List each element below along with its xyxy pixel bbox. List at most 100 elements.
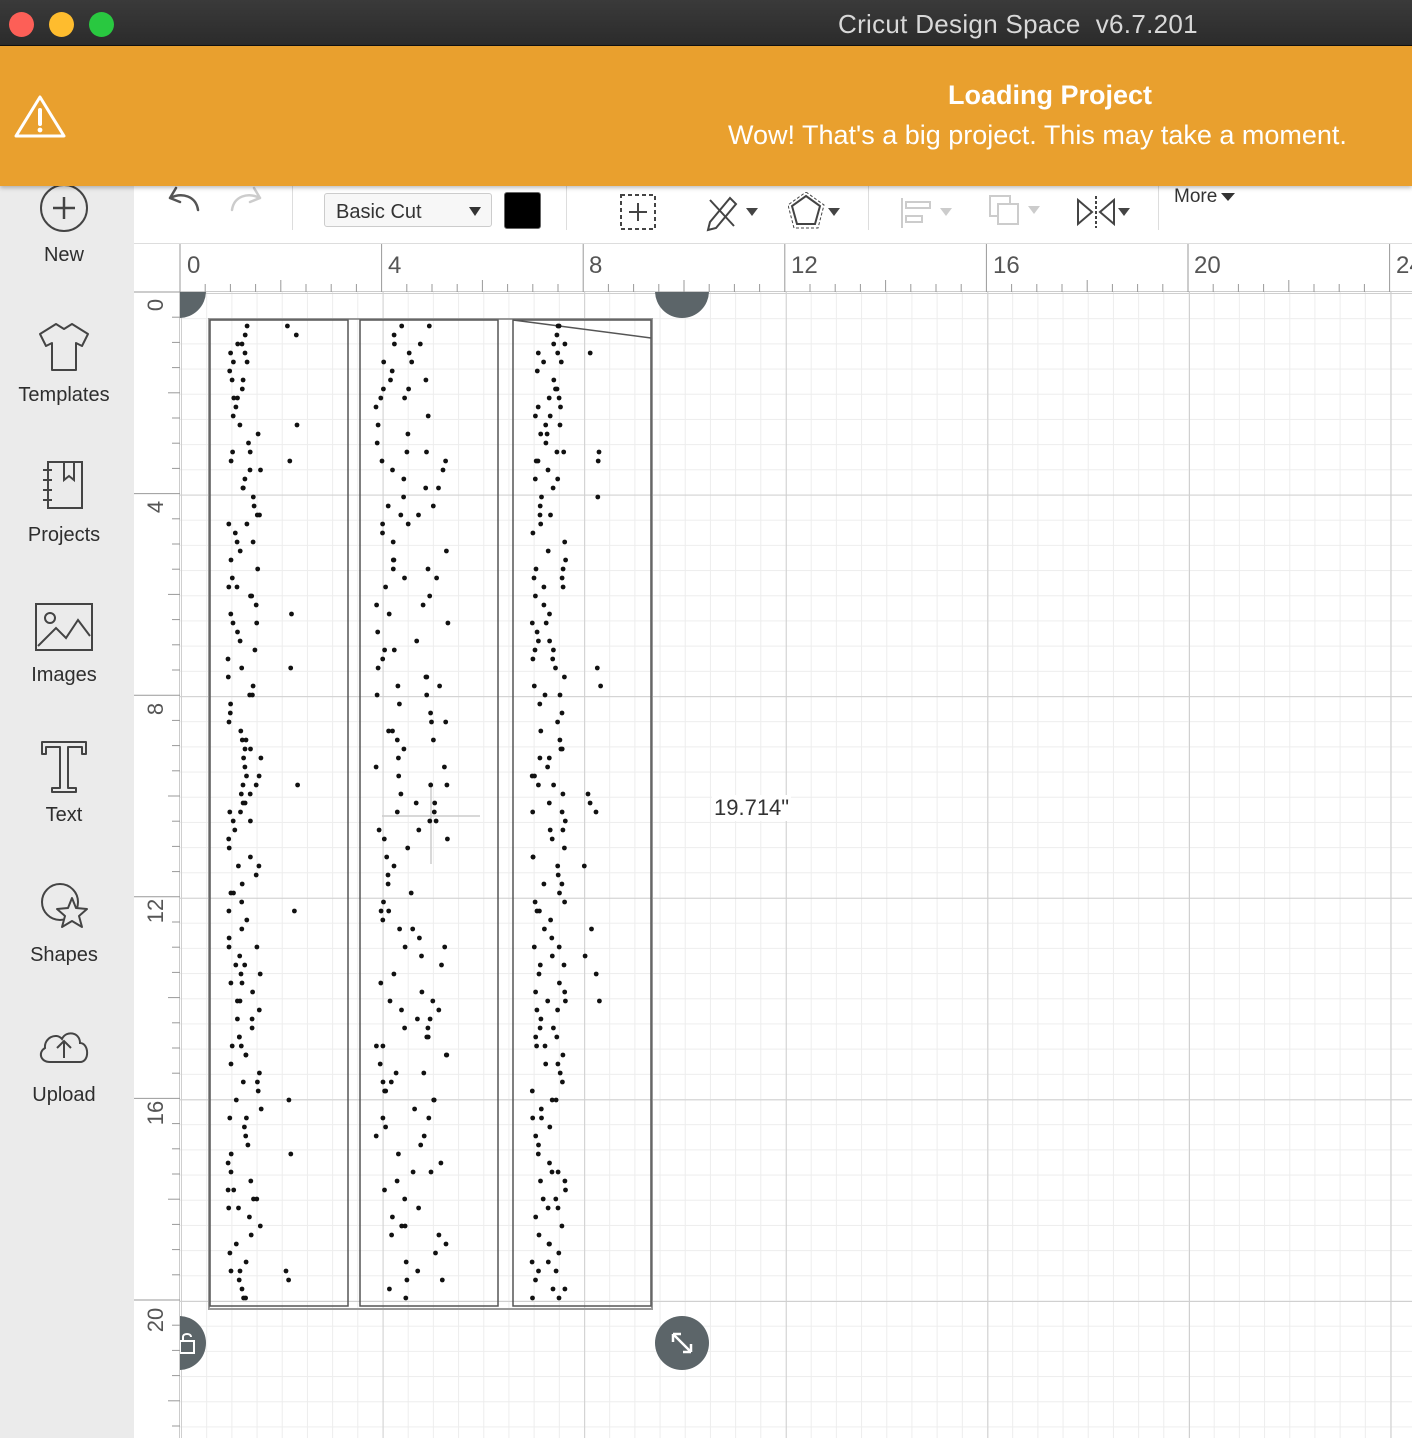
design-dot (545, 1205, 551, 1211)
design-dot (438, 1160, 444, 1166)
design-dot (534, 908, 540, 914)
design-dot (250, 683, 256, 689)
design-dot (248, 854, 253, 860)
design-dot (228, 980, 234, 986)
design-dot (408, 890, 414, 896)
design-dot (555, 476, 561, 482)
design-dot (444, 782, 450, 788)
close-window-button[interactable] (9, 12, 34, 37)
resize-handle[interactable] (655, 1316, 709, 1370)
design-dot (559, 710, 565, 716)
design-dot (562, 818, 568, 824)
deselect-icon[interactable] (618, 192, 658, 232)
sidebar-item-new[interactable]: New (0, 184, 128, 286)
design-dot (239, 980, 245, 986)
design-dot (530, 1295, 535, 1301)
left-sidebar: New Templates Projects Images Text Shape… (0, 184, 134, 1438)
design-dot (239, 386, 245, 392)
design-dot (562, 1286, 568, 1292)
design-dot (559, 809, 565, 815)
design-dot (539, 494, 544, 500)
design-dot (537, 512, 543, 518)
design-dot (247, 449, 253, 455)
design-dot (562, 899, 567, 905)
design-dot (380, 530, 385, 536)
design-canvas[interactable] (180, 292, 1412, 1438)
design-dot (562, 674, 567, 680)
cloud-upload-icon (39, 1032, 89, 1063)
edit-tools-icon[interactable] (704, 192, 760, 232)
design-dot (375, 665, 381, 671)
design-dot (439, 962, 444, 968)
design-dot (399, 1007, 404, 1013)
design-dot (595, 458, 601, 464)
design-dot (374, 440, 380, 446)
design-dot (547, 1241, 552, 1247)
redo-icon[interactable] (226, 186, 270, 216)
design-dot (426, 1115, 432, 1121)
design-dot (434, 575, 439, 581)
operation-select[interactable]: Basic Cut (324, 193, 492, 227)
sidebar-item-upload[interactable]: Upload (0, 1011, 128, 1111)
design-dot (529, 1088, 535, 1094)
design-dot (431, 809, 437, 815)
design-dot (597, 998, 602, 1004)
design-dot (560, 1079, 565, 1085)
material-color-swatch[interactable] (504, 192, 541, 229)
design-dot (390, 566, 396, 572)
design-dot (379, 458, 385, 464)
design-dot (240, 377, 246, 383)
design-dot (563, 998, 568, 1004)
sidebar-item-projects[interactable]: Projects (0, 451, 128, 551)
design-dot (248, 1178, 254, 1184)
design-dot (402, 1223, 408, 1229)
design-dot (254, 512, 260, 518)
sidebar-item-shapes[interactable]: Shapes (0, 871, 128, 971)
design-dot (226, 521, 232, 527)
design-dot (424, 692, 430, 698)
design-dot (537, 701, 543, 707)
ruler-label: 0 (143, 298, 168, 312)
flip-icon[interactable] (1074, 194, 1134, 232)
design-dot (289, 611, 294, 617)
design-dot (225, 656, 231, 662)
design-dot (551, 782, 556, 788)
design-layer[interactable] (180, 292, 1412, 1438)
design-dot (537, 503, 543, 509)
design-dot (251, 1196, 256, 1202)
design-dot (385, 881, 391, 887)
sidebar-item-text[interactable]: Text (0, 731, 128, 831)
design-dot (533, 1277, 538, 1283)
design-dot (243, 1259, 249, 1265)
notebook-icon (43, 461, 83, 509)
offset-icon[interactable] (788, 192, 844, 232)
design-dot (392, 341, 397, 347)
design-dot (388, 377, 393, 383)
design-dot (383, 1124, 388, 1130)
design-dot (547, 1124, 553, 1130)
minimize-window-button[interactable] (49, 12, 74, 37)
design-dot (545, 1259, 551, 1265)
arrange-icon[interactable] (988, 194, 1044, 232)
sidebar-item-templates[interactable]: Templates (0, 311, 128, 411)
design-dot (390, 467, 395, 473)
design-dot (238, 809, 243, 815)
design-dot (543, 620, 549, 626)
zoom-window-button[interactable] (89, 12, 114, 37)
design-dot (417, 935, 422, 941)
design-dot (391, 332, 397, 338)
design-dot (551, 647, 556, 653)
design-dot (538, 1106, 544, 1112)
design-dot (415, 1268, 421, 1274)
design-dot (545, 548, 551, 554)
design-column-2 (359, 319, 499, 1307)
design-dot (382, 1187, 387, 1193)
design-dot (560, 584, 566, 590)
undo-icon[interactable] (160, 186, 204, 216)
sidebar-item-images[interactable]: Images (0, 591, 128, 691)
align-icon[interactable] (900, 196, 956, 230)
design-dot (386, 908, 392, 914)
sidebar-item-label: New (43, 244, 84, 266)
more-menu-button[interactable]: More (1174, 186, 1236, 208)
design-dot (248, 593, 253, 599)
